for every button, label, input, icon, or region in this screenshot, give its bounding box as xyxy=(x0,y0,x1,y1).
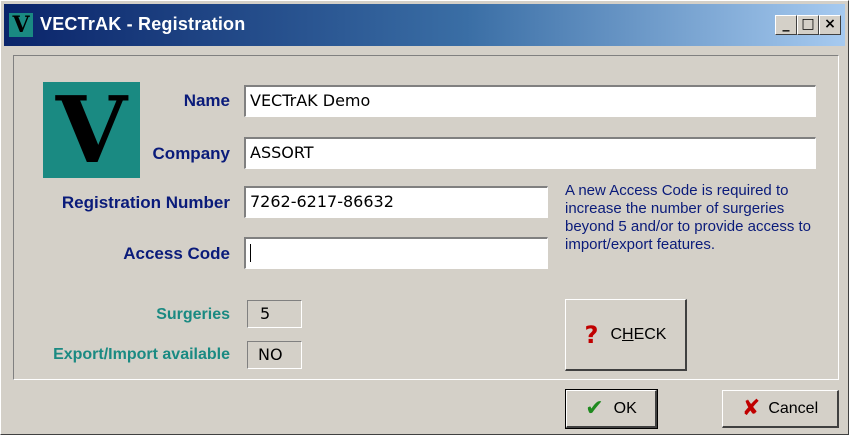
title-bar[interactable]: V VECTrAK - Registration _ □ × xyxy=(4,4,845,46)
surgeries-label: Surgeries xyxy=(156,306,230,323)
x-cross-icon: ✘ xyxy=(741,396,761,421)
checkmark-icon: ✔ xyxy=(585,396,604,421)
access-code-label: Access Code xyxy=(123,244,230,263)
check-button-label: CHECK xyxy=(610,325,667,343)
registration-window: V VECTrAK - Registration _ □ × V Name VE… xyxy=(0,0,849,435)
company-field[interactable]: ASSORT xyxy=(244,137,816,169)
name-field[interactable]: VECTrAK Demo xyxy=(244,85,816,117)
ok-button[interactable]: ✔ OK xyxy=(565,389,658,429)
access-code-info-text: A new Access Code is required to increas… xyxy=(565,182,811,253)
check-button[interactable]: ? CHECK xyxy=(565,299,687,371)
cancel-button[interactable]: ✘ Cancel xyxy=(722,390,839,428)
text-caret xyxy=(250,243,251,262)
ok-button-label: OK xyxy=(613,399,637,417)
company-label: Company xyxy=(152,144,230,163)
question-mark-icon: ? xyxy=(584,320,599,349)
registration-number-label: Registration Number xyxy=(61,193,230,212)
surgeries-value-box: 5 xyxy=(247,300,302,328)
close-button[interactable]: × xyxy=(819,15,841,35)
vectrak-logo: V xyxy=(43,82,140,178)
cancel-button-label: Cancel xyxy=(768,399,819,417)
name-label: Name xyxy=(183,91,230,110)
export-import-value-box: NO xyxy=(247,341,302,369)
registration-number-field[interactable]: 7262-6217-86632 xyxy=(244,186,548,218)
maximize-button[interactable]: □ xyxy=(797,15,819,35)
window-title: VECTrAK - Registration xyxy=(40,14,246,34)
minimize-button[interactable]: _ xyxy=(775,15,797,35)
access-code-field[interactable] xyxy=(244,237,548,269)
app-icon[interactable]: V xyxy=(9,13,33,37)
export-import-label: Export/Import available xyxy=(53,346,230,363)
